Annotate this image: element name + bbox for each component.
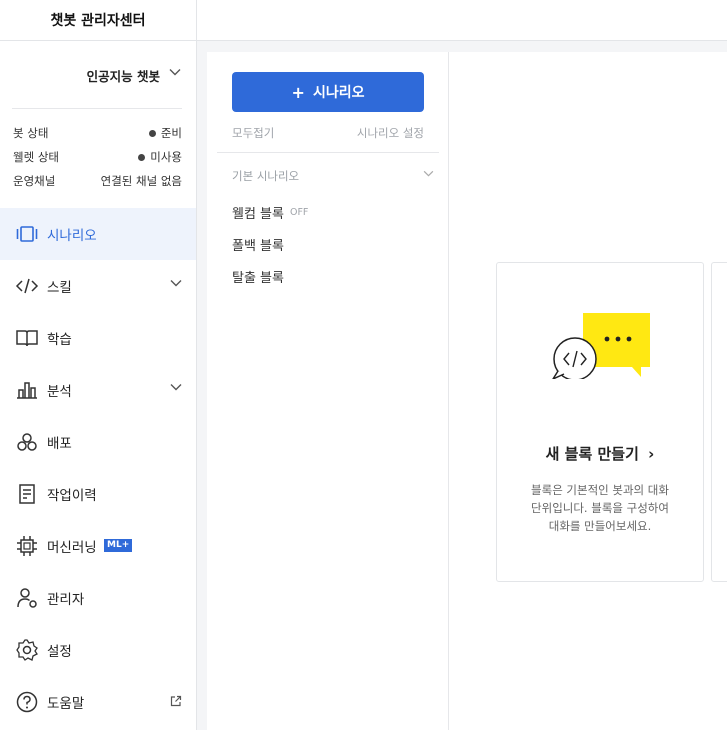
sidebar-item-machine-learning[interactable]: 머신러닝 ML+ [0, 520, 196, 572]
description-line: 단위입니다. 블록을 구성하여 [531, 501, 669, 515]
ml-plus-badge: ML+ [104, 539, 133, 552]
plus-icon: + [291, 82, 305, 102]
block-label: 웰컴 블록 [232, 207, 284, 222]
sidebar-item-label: 학습 [47, 332, 72, 348]
status-dot [138, 153, 146, 161]
new-block-title-text: 새 블록 만들기 [545, 445, 639, 463]
status-dot [148, 129, 156, 137]
sidebar-item-label: 작업이력 [47, 488, 97, 504]
admin-user-icon [17, 588, 37, 608]
sidebar-item-label: 스킬 [47, 280, 72, 296]
add-scenario-label: 시나리오 [312, 85, 365, 101]
block-label: 폴백 블록 [232, 239, 284, 254]
bar-chart-icon [17, 382, 37, 399]
bot-status-label: 봇 상태 [13, 126, 49, 140]
sidebar-item-settings[interactable]: 설정 [0, 624, 196, 676]
scenario-group-header[interactable]: 기본 시나리오 [232, 168, 434, 184]
chevron-down-icon [170, 384, 182, 391]
external-link-icon [170, 695, 182, 707]
code-icon [15, 278, 39, 294]
wallet-status-value: 미사용 [150, 150, 182, 164]
help-icon [16, 691, 38, 713]
deploy-icon [17, 433, 37, 451]
bot-status-value: 준비 [160, 126, 182, 140]
sidebar-item-label: 설정 [47, 644, 72, 660]
main-content: 새 블록 만들기 › 블록은 기본적인 봇과의 대화 단위입니다. 블록을 구성… [449, 52, 727, 730]
new-block-title[interactable]: 새 블록 만들기 › [497, 443, 703, 464]
partial-card[interactable] [711, 262, 727, 582]
chevron-right-icon: › [648, 445, 655, 463]
scenario-group-title: 기본 시나리오 [232, 169, 300, 183]
divider [12, 108, 182, 109]
sidebar-item-label: 시나리오 [47, 228, 97, 244]
book-icon [16, 330, 38, 347]
scenario-actions: 모두접기 시나리오 설정 [232, 125, 424, 141]
description-line: 블록은 기본적인 봇과의 대화 [531, 483, 669, 497]
sidebar-item-history[interactable]: 작업이력 [0, 468, 196, 520]
channel-status-value: 연결된 채널 없음 [100, 174, 182, 188]
wallet-status-label: 웰렛 상태 [13, 150, 59, 164]
sidebar-item-admin[interactable]: 관리자 [0, 572, 196, 624]
gear-icon [16, 639, 38, 661]
bot-selector[interactable]: 인공지능 챗봇 [12, 55, 184, 95]
history-icon [19, 484, 35, 504]
block-label: 탈출 블록 [232, 271, 284, 286]
chevron-down-icon [169, 69, 181, 76]
sidebar-item-deploy[interactable]: 배포 [0, 416, 196, 468]
app-title[interactable]: 챗봇 관리자센터 [0, 0, 197, 40]
sidebar-item-skill[interactable]: 스킬 [0, 260, 196, 312]
channel-status-row: 운영채널 연결된 채널 없음 [13, 171, 182, 191]
sidebar-item-label: 분석 [47, 384, 72, 400]
chevron-down-icon [423, 170, 434, 177]
sidebar-item-label: 배포 [47, 436, 72, 452]
new-block-card[interactable]: 새 블록 만들기 › 블록은 기본적인 봇과의 대화 단위입니다. 블록을 구성… [496, 262, 704, 582]
divider [217, 152, 439, 153]
scenario-panel: + 시나리오 모두접기 시나리오 설정 기본 시나리오 웰컴 블록 OFF 폴백… [207, 52, 449, 730]
scenario-icon [16, 226, 38, 242]
collapse-all-link[interactable]: 모두접기 [232, 125, 274, 141]
description-line: 대화를 만들어보세요. [548, 519, 652, 533]
sidebar: 인공지능 챗봇 봇 상태 준비 웰렛 상태 미사용 운영채널 연결된 채널 없음… [0, 41, 197, 730]
block-off-tag: OFF [289, 207, 309, 218]
add-scenario-button[interactable]: + 시나리오 [232, 72, 424, 112]
sidebar-item-scenario[interactable]: 시나리오 [0, 208, 196, 260]
block-item-fallback[interactable]: 폴백 블록 [232, 235, 284, 254]
block-item-welcome[interactable]: 웰컴 블록 OFF [232, 203, 308, 222]
channel-status-label: 운영채널 [13, 174, 56, 188]
chat-bubble-illustration [552, 313, 650, 379]
wallet-status-row: 웰렛 상태 미사용 [13, 147, 182, 167]
sidebar-item-learning[interactable]: 학습 [0, 312, 196, 364]
sidebar-item-analysis[interactable]: 분석 [0, 364, 196, 416]
new-block-description: 블록은 기본적인 봇과의 대화 단위입니다. 블록을 구성하여 대화를 만들어보… [515, 481, 685, 535]
top-header: 챗봇 관리자센터 [0, 0, 727, 41]
sidebar-item-label: 도움말 [47, 696, 85, 712]
sidebar-item-label: 머신러닝 [47, 540, 97, 556]
chip-icon [17, 536, 37, 556]
scenario-settings-link[interactable]: 시나리오 설정 [357, 125, 424, 141]
block-item-exit[interactable]: 탈출 블록 [232, 267, 284, 286]
chevron-down-icon [170, 280, 182, 287]
sidebar-item-label: 관리자 [47, 592, 85, 608]
bot-name: 인공지능 챗봇 [86, 68, 160, 84]
sidebar-item-help[interactable]: 도움말 [0, 676, 196, 728]
bot-status-row: 봇 상태 준비 [13, 123, 182, 143]
